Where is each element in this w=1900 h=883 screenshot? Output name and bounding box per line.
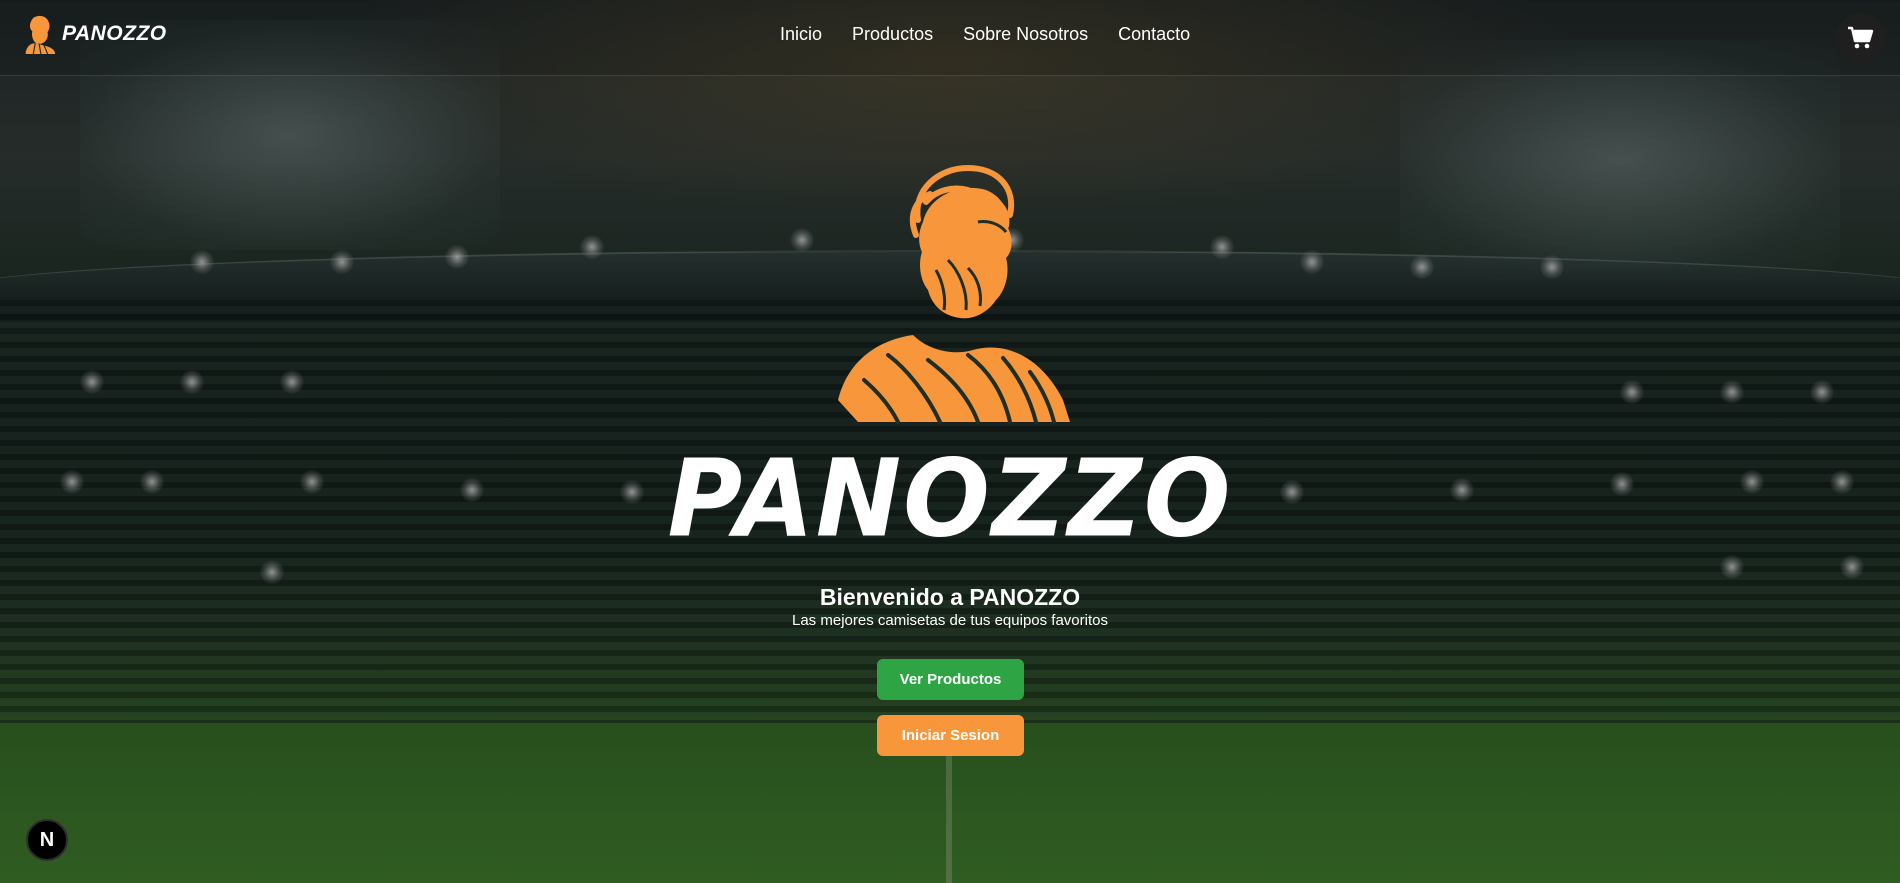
nav-link-inicio[interactable]: Inicio (780, 24, 822, 45)
hero-subtitle: Las mejores camisetas de tus equipos fav… (792, 612, 1108, 629)
dev-tools-badge[interactable]: N (26, 819, 68, 861)
bearded-bust-icon (838, 164, 1070, 424)
bearded-bust-icon (25, 15, 56, 54)
cart-icon (1848, 26, 1874, 49)
page: PANOZZO Inicio Productos Sobre Nosotros … (0, 0, 1900, 883)
nav-link-productos[interactable]: Productos (852, 24, 933, 45)
hero-title: Bienvenido a PANOZZO (819, 584, 1081, 610)
top-navbar: PANOZZO Inicio Productos Sobre Nosotros … (0, 0, 1900, 76)
ver-productos-button[interactable]: Ver Productos (877, 659, 1024, 700)
brand-name: PANOZZO (62, 22, 167, 45)
brand-logo-link[interactable]: PANOZZO (20, 14, 167, 54)
iniciar-sesion-button[interactable]: Iniciar Sesion (877, 715, 1024, 756)
nav-link-contacto[interactable]: Contacto (1118, 24, 1190, 45)
hero-wordmark: PANOZZO (667, 437, 1233, 562)
main-nav: Inicio Productos Sobre Nosotros Contacto (780, 24, 1190, 45)
nav-link-sobre-nosotros[interactable]: Sobre Nosotros (963, 24, 1088, 45)
cart-button[interactable] (1836, 13, 1886, 63)
